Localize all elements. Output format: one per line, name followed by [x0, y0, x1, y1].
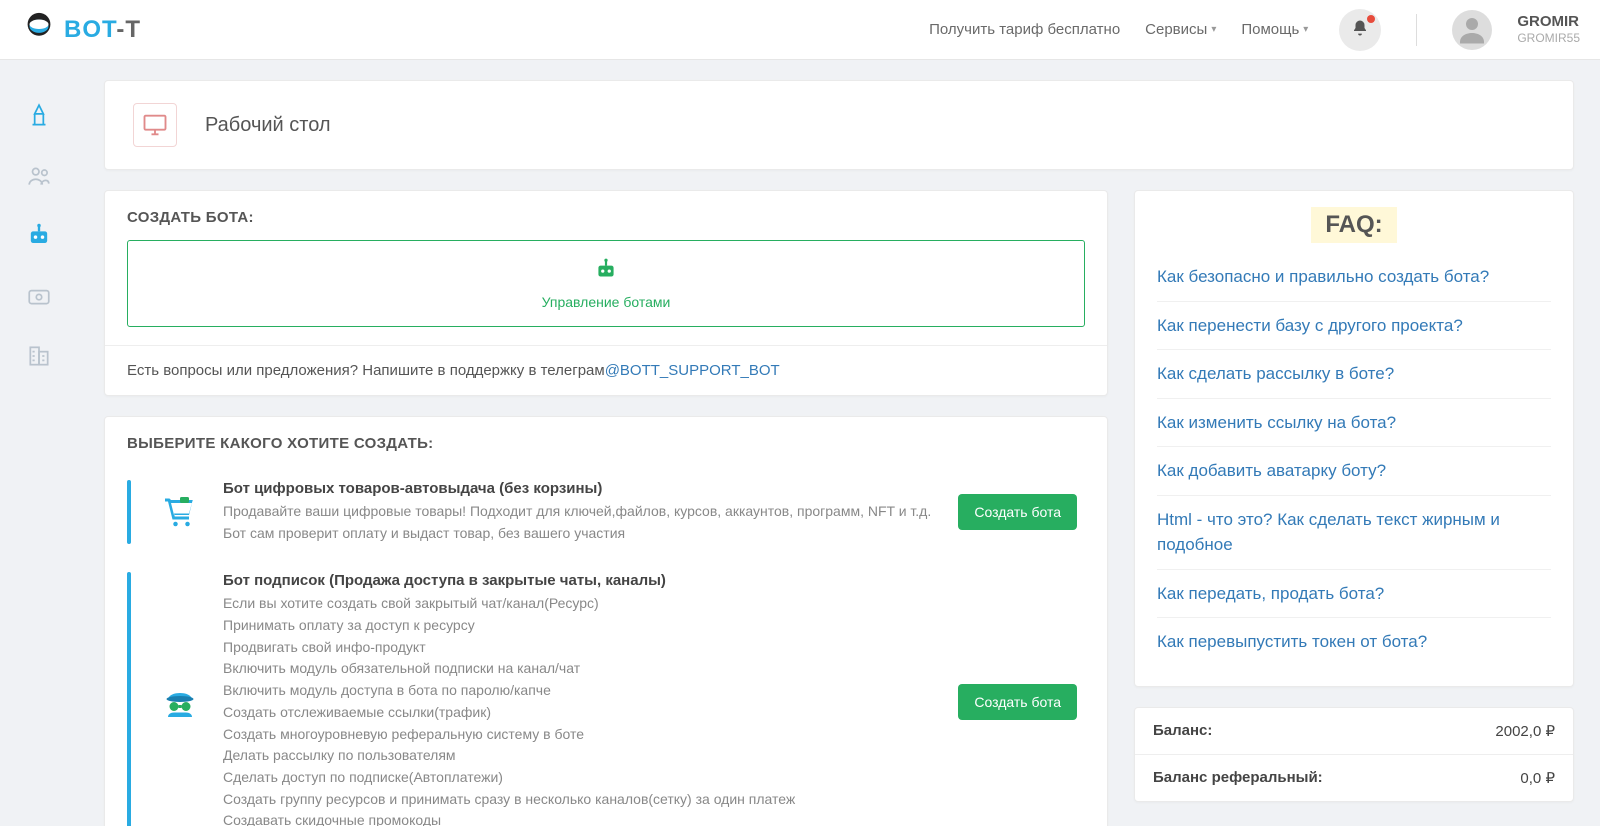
nav-services[interactable]: Сервисы ▾ — [1145, 21, 1216, 38]
manage-bots-button[interactable]: Управление ботами — [127, 240, 1085, 327]
sidebar-item-users[interactable] — [23, 160, 55, 192]
create-bot-heading: СОЗДАТЬ БОТА: — [127, 209, 1085, 226]
create-bot-button[interactable]: Создать бота — [958, 494, 1077, 530]
sidebar-item-company[interactable] — [23, 340, 55, 372]
page-header: Рабочий стол — [104, 80, 1574, 170]
create-bot-button[interactable]: Создать бота — [958, 684, 1077, 720]
logo[interactable]: BOT-T — [20, 11, 141, 49]
sidebar-item-bots[interactable] — [23, 220, 55, 252]
balance-value: 2002,0 ₽ — [1495, 722, 1555, 740]
balance-row: Баланс: 2002,0 ₽ — [1135, 708, 1573, 754]
page-title: Рабочий стол — [205, 114, 331, 137]
bot-type-desc: Если вы хотите создать свой закрытый чат… — [223, 593, 940, 826]
cart-icon — [155, 494, 205, 530]
bot-type-title: Бот цифровых товаров-автовыдача (без кор… — [223, 480, 940, 497]
faq-list: Как безопасно и правильно создать бота? … — [1135, 253, 1573, 686]
topnav: Получить тариф бесплатно Сервисы ▾ Помощ… — [929, 9, 1580, 51]
chevron-down-icon: ▾ — [1303, 24, 1308, 35]
bell-icon — [1351, 19, 1369, 41]
avatar[interactable] — [1452, 10, 1492, 50]
user-name: GROMIR — [1517, 13, 1580, 31]
nav-help-label: Помощь — [1241, 21, 1299, 38]
desktop-icon — [133, 103, 177, 147]
chevron-down-icon: ▾ — [1211, 24, 1216, 35]
choose-heading: ВЫБЕРИТЕ КАКОГО ХОТИТЕ СОЗДАТЬ: — [127, 435, 1085, 452]
faq-card: FAQ: Как безопасно и правильно создать б… — [1134, 190, 1574, 687]
balance-label: Баланс реферальный: — [1153, 769, 1323, 787]
nav-tariff[interactable]: Получить тариф бесплатно — [929, 21, 1120, 38]
logo-icon — [20, 11, 58, 49]
faq-item[interactable]: Как перевыпустить токен от бота? — [1157, 617, 1551, 666]
logo-text: BOT-T — [64, 16, 141, 44]
bot-type-desc: Продавайте ваши цифровые товары! Подходи… — [223, 501, 940, 544]
accent-bar — [127, 480, 131, 544]
accent-bar — [127, 572, 131, 826]
faq-item[interactable]: Как сделать рассылку в боте? — [1157, 349, 1551, 398]
support-line: Есть вопросы или предложения? Напишите в… — [105, 345, 1107, 395]
choose-bot-card: ВЫБЕРИТЕ КАКОГО ХОТИТЕ СОЗДАТЬ: Бот цифр… — [104, 416, 1108, 826]
notification-dot — [1367, 15, 1375, 23]
create-bot-card: СОЗДАТЬ БОТА: Управление ботами Есть воп… — [104, 190, 1108, 396]
faq-item[interactable]: Html - что это? Как сделать текст жирным… — [1157, 495, 1551, 569]
bot-type-digital-goods: Бот цифровых товаров-автовыдача (без кор… — [127, 466, 1085, 558]
nav-help[interactable]: Помощь ▾ — [1241, 21, 1308, 38]
sidebar-item-dashboard[interactable] — [23, 100, 55, 132]
topbar: BOT-T Получить тариф бесплатно Сервисы ▾… — [0, 0, 1600, 60]
balance-label: Баланс: — [1153, 722, 1212, 740]
faq-item[interactable]: Как добавить аватарку боту? — [1157, 446, 1551, 495]
bot-type-title: Бот подписок (Продажа доступа в закрытые… — [223, 572, 940, 589]
divider — [1416, 14, 1417, 46]
support-text: Есть вопросы или предложения? Напишите в… — [127, 362, 605, 379]
balance-card: Баланс: 2002,0 ₽ Баланс реферальный: 0,0… — [1134, 707, 1574, 802]
faq-heading: FAQ: — [1135, 191, 1573, 253]
user-block[interactable]: GROMIR GROMIR55 — [1517, 13, 1580, 45]
sidebar — [0, 60, 78, 826]
balance-value: 0,0 ₽ — [1520, 769, 1555, 787]
balance-row: Баланс реферальный: 0,0 ₽ — [1135, 754, 1573, 801]
robot-icon — [144, 257, 1068, 288]
support-link[interactable]: @BOTT_SUPPORT_BOT — [605, 362, 780, 379]
faq-item[interactable]: Как передать, продать бота? — [1157, 569, 1551, 618]
nav-services-label: Сервисы — [1145, 21, 1207, 38]
sidebar-item-payments[interactable] — [23, 280, 55, 312]
bot-type-subscriptions: Бот подписок (Продажа доступа в закрытые… — [127, 558, 1085, 826]
faq-item[interactable]: Как безопасно и правильно создать бота? — [1157, 253, 1551, 301]
notifications-button[interactable] — [1339, 9, 1381, 51]
faq-item[interactable]: Как изменить ссылку на бота? — [1157, 398, 1551, 447]
faq-heading-text: FAQ: — [1311, 207, 1396, 243]
main-content: Рабочий стол СОЗДАТЬ БОТА: Управление бо… — [78, 60, 1600, 826]
manage-bots-label: Управление ботами — [144, 294, 1068, 310]
user-subname: GROMIR55 — [1517, 31, 1580, 45]
faq-item[interactable]: Как перенести базу с другого проекта? — [1157, 301, 1551, 350]
spy-icon — [155, 684, 205, 720]
